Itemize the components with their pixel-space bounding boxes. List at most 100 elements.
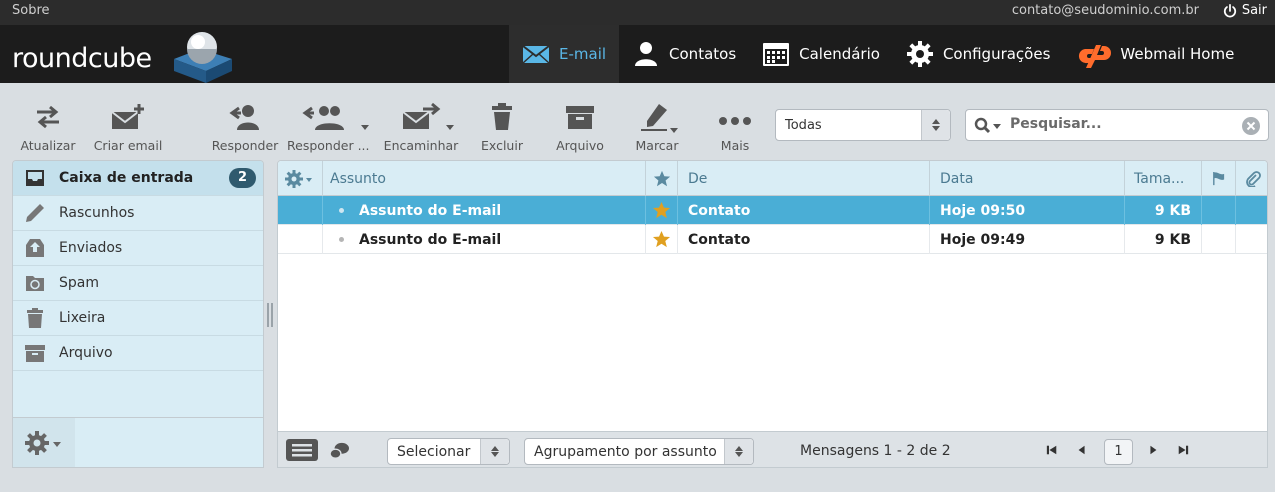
list-header: Assunto De Data Tama... — [278, 161, 1267, 196]
unread-dot-icon[interactable] — [339, 237, 344, 242]
reply-all-dropdown-icon[interactable] — [361, 125, 369, 130]
select-dropdown[interactable]: Selecionar — [387, 438, 510, 465]
folder-options-button[interactable] — [13, 418, 75, 467]
forward-label: Encaminhar — [383, 138, 459, 153]
gear-icon — [25, 431, 61, 455]
unread-dot-icon[interactable] — [339, 208, 344, 213]
column-from[interactable]: De — [678, 161, 930, 196]
message-from: Contato — [678, 225, 930, 254]
last-page-button[interactable] — [1176, 443, 1190, 457]
folder-sent-label: Enviados — [59, 240, 123, 256]
calendar-icon — [763, 43, 790, 66]
message-row[interactable]: Assunto do E-mail Contato Hoje 09:49 9 K… — [278, 225, 1267, 254]
envelope-icon — [522, 45, 550, 64]
filter-select[interactable]: Todas — [775, 109, 951, 141]
compose-button[interactable]: Criar email — [92, 100, 164, 153]
folder-spam-label: Spam — [59, 275, 99, 291]
column-status[interactable] — [1202, 161, 1236, 196]
message-status[interactable] — [1202, 196, 1236, 225]
column-size[interactable]: Tama... — [1125, 161, 1202, 196]
folder-inbox[interactable]: Caixa de entrada 2 — [13, 161, 263, 196]
last-page-icon — [1178, 445, 1189, 455]
reply-all-icon — [302, 106, 344, 130]
column-flag[interactable] — [646, 161, 678, 196]
message-list: Assunto De Data Tama... Assunto do E-mai… — [277, 160, 1268, 468]
message-from: Contato — [678, 196, 930, 225]
message-size: 9 KB — [1125, 225, 1202, 254]
nav-calendar[interactable]: Calendário — [749, 25, 893, 83]
next-page-button[interactable] — [1146, 443, 1160, 457]
nav-settings[interactable]: Configurações — [893, 25, 1063, 83]
list-view-icon[interactable] — [286, 439, 318, 461]
nav-contacts[interactable]: Contatos — [619, 25, 749, 83]
search-icon[interactable] — [974, 117, 1002, 135]
column-attachment[interactable] — [1236, 161, 1267, 196]
page-number-input[interactable]: 1 — [1104, 439, 1133, 465]
reply-all-label: Responder ... — [287, 138, 370, 153]
prev-page-button[interactable] — [1075, 443, 1089, 457]
app-header: roundcube E-mail Contatos Calendário Con… — [0, 25, 1275, 83]
message-subject[interactable]: Assunto do E-mail — [359, 232, 501, 248]
folder-sent[interactable]: Enviados — [13, 231, 263, 266]
clear-search-icon[interactable] — [1242, 117, 1260, 135]
threads-dropdown[interactable]: Agrupamento por assunto — [524, 438, 754, 465]
search-input[interactable] — [1010, 116, 1230, 132]
archive-button[interactable]: Arquivo — [550, 100, 610, 153]
next-page-icon — [1150, 445, 1157, 455]
delete-button[interactable]: Excluir — [472, 100, 532, 153]
star-icon — [653, 170, 670, 186]
nav-webmail-home[interactable]: Webmail Home — [1063, 25, 1247, 83]
compose-label: Criar email — [93, 138, 163, 153]
cpanel-icon — [1079, 45, 1112, 68]
list-footer: Selecionar Agrupamento por assunto Mensa… — [278, 431, 1267, 467]
reply-all-button[interactable]: Responder ... — [287, 100, 370, 153]
star-icon[interactable] — [652, 201, 671, 220]
mark-dropdown-icon[interactable] — [670, 128, 678, 133]
unread-badge: 2 — [228, 168, 256, 188]
more-label: Mais — [720, 138, 750, 153]
select-arrows-icon — [921, 110, 950, 140]
select-label: Selecionar — [397, 444, 471, 460]
refresh-button[interactable]: Atualizar — [18, 100, 78, 153]
first-page-button[interactable] — [1045, 443, 1059, 457]
nav-webmail-label: Webmail Home — [1120, 45, 1235, 63]
filter-value: Todas — [785, 118, 822, 133]
prev-page-icon — [1078, 445, 1085, 455]
folder-drafts-label: Rascunhos — [59, 205, 135, 221]
message-row[interactable]: Assunto do E-mail Contato Hoje 09:50 9 K… — [278, 196, 1267, 225]
star-icon[interactable] — [652, 230, 671, 249]
folder-inbox-label: Caixa de entrada — [59, 170, 194, 186]
nav-settings-label: Configurações — [942, 45, 1051, 63]
mark-label: Marcar — [635, 138, 679, 153]
sent-icon — [26, 239, 44, 257]
folder-trash[interactable]: Lixeira — [13, 301, 263, 336]
folder-drafts[interactable]: Rascunhos — [13, 196, 263, 231]
message-subject[interactable]: Assunto do E-mail — [359, 203, 501, 219]
mark-button[interactable]: Marcar — [627, 100, 687, 153]
inbox-icon — [26, 170, 44, 186]
nav-email[interactable]: E-mail — [509, 25, 620, 83]
message-status[interactable] — [1202, 225, 1236, 254]
logout-button[interactable]: Sair — [1223, 3, 1267, 18]
list-options-button[interactable] — [278, 161, 323, 196]
delete-label: Excluir — [481, 138, 523, 153]
forward-dropdown-icon[interactable] — [446, 125, 454, 130]
threads-icon[interactable] — [329, 442, 351, 460]
column-date[interactable]: Data — [930, 161, 1125, 196]
gear-icon — [285, 169, 312, 188]
folder-spam[interactable]: Spam — [13, 266, 263, 301]
column-subject[interactable]: Assunto — [323, 161, 646, 196]
top-bar: Sobre contato@seudominio.com.br Sair — [0, 0, 1275, 25]
search-box — [965, 109, 1269, 141]
toolbar: Atualizar Criar email Responder Responde… — [0, 83, 1275, 158]
select-arrows-icon — [724, 439, 753, 464]
spam-icon — [26, 276, 44, 291]
pane-splitter[interactable] — [267, 303, 273, 327]
folder-archive[interactable]: Arquivo — [13, 336, 263, 371]
more-button[interactable]: Mais — [707, 100, 763, 153]
about-link[interactable]: Sobre — [12, 3, 50, 18]
logo-text: roundcube — [12, 43, 152, 74]
roundcube-logo[interactable]: roundcube — [12, 29, 242, 83]
archive-icon — [25, 345, 45, 362]
reply-button[interactable]: Responder — [210, 100, 280, 153]
